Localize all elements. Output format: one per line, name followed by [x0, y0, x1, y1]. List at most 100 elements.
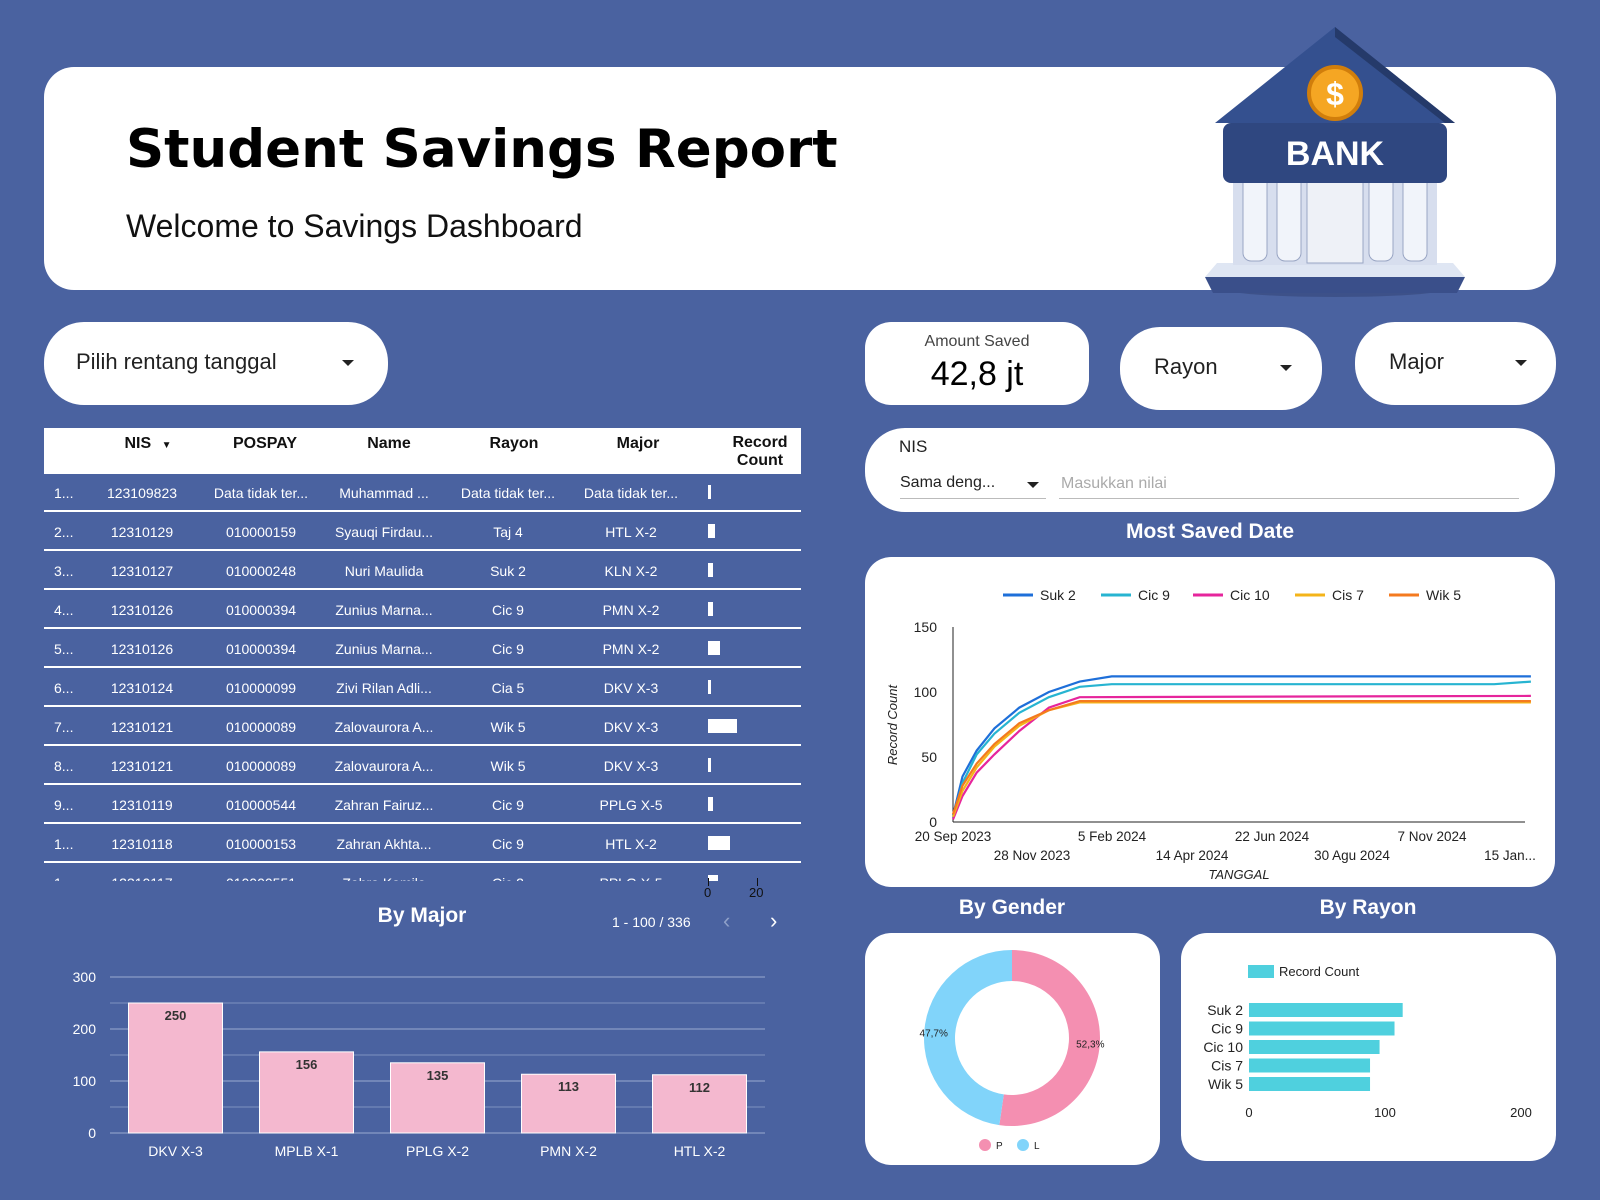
cell-name: Zunius Marna...	[335, 602, 433, 618]
series-line[interactable]	[951, 701, 1531, 818]
cell-name: Nuri Maulida	[344, 563, 424, 579]
table-row[interactable]: 6... 12310124 010000099 Zivi Rilan Adli... C…	[44, 669, 801, 707]
chevron-down-icon	[1280, 365, 1292, 371]
y-tick-label: Suk 2	[1207, 1002, 1243, 1018]
by-major-bar-chart: 0 100 200 300 250 DKV X-3 156 MPLB X-1 135 PPLG X…	[73, 969, 765, 1159]
x-tick-label: 22 Jun 2024	[1235, 829, 1310, 844]
y-tick-label: Cis 7	[1211, 1058, 1243, 1074]
legend-label[interactable]: Wik 5	[1426, 587, 1461, 603]
nis-filter-label: NIS	[899, 437, 928, 456]
cell-pospay: 010000089	[225, 758, 297, 774]
x-tick-label: 20 Sep 2023	[915, 829, 992, 844]
bank-illustration: BANK $	[1205, 27, 1465, 297]
y-tick-label: 100	[73, 1073, 97, 1089]
nis-operator-value: Sama deng...	[900, 474, 996, 491]
cell-idx: 1...	[54, 836, 74, 852]
column-header-nis-label: NIS	[124, 435, 152, 452]
record-count-bar	[708, 797, 713, 811]
amount-saved-label: Amount Saved	[924, 333, 1030, 350]
section-title-by-rayon: By Rayon	[1319, 896, 1417, 919]
legend-label[interactable]: P	[996, 1141, 1003, 1152]
previous-page-button[interactable]: ‹	[723, 908, 730, 934]
column-header-rayon[interactable]: Rayon	[453, 435, 575, 453]
cell-pospay: 010000248	[225, 563, 297, 579]
bar-data-label: 156	[296, 1057, 318, 1072]
slice-data-label: 52,3%	[1076, 1040, 1104, 1051]
next-page-button[interactable]: ›	[770, 908, 777, 934]
legend-swatch	[1017, 1139, 1029, 1151]
donut-slice[interactable]	[999, 950, 1100, 1126]
table-row[interactable]: 2... 12310129 010000159 Syauqi Firdau... Taj…	[44, 513, 801, 551]
major-filter-label: Major	[1389, 349, 1445, 374]
y-tick-label: Cic 9	[1211, 1021, 1243, 1037]
bar[interactable]	[1249, 1040, 1380, 1054]
cell-major: HTL X-2	[605, 524, 657, 540]
table-row[interactable]: 1... 123109823 Data tidak ter... Muhammad .…	[44, 474, 801, 512]
y-tick-label: 0	[929, 814, 937, 830]
rayon-filter-dropdown[interactable]: Rayon	[1120, 327, 1322, 410]
cell-idx: 2...	[54, 524, 74, 540]
amount-saved-value: 42,8 jt	[930, 355, 1024, 393]
table-row[interactable]: 1... 12310117 010000551Zahra KamilaCic 2PP…	[44, 864, 801, 881]
legend-swatch	[979, 1139, 991, 1151]
record-count-bar	[708, 758, 711, 772]
nis-value-input[interactable]	[1059, 469, 1519, 499]
cell-pospay: 010000551	[200, 875, 322, 881]
nis-operator-dropdown[interactable]: Sama deng...	[900, 469, 1046, 499]
rayon-filter-label: Rayon	[1154, 354, 1218, 379]
column-header-name[interactable]: Name	[328, 435, 450, 453]
slice-data-label: 47,7%	[920, 1028, 948, 1039]
cell-major: HTL X-2	[605, 836, 657, 852]
series-line[interactable]	[951, 700, 1531, 815]
cell-pospay: Data tidak ter...	[213, 485, 309, 501]
section-title-by-gender: By Gender	[958, 896, 1066, 919]
legend-swatch	[1248, 965, 1274, 978]
chevron-down-icon	[1515, 360, 1527, 366]
date-range-picker[interactable]: Pilih rentang tanggal	[44, 322, 388, 405]
cell-pospay: 010000394	[225, 641, 297, 657]
cell-name: Syauqi Firdau...	[334, 524, 434, 540]
cell-major: PPLG X-5	[570, 875, 692, 881]
x-tick-label: PMN X-2	[540, 1143, 597, 1159]
mini-axis-tick-label: 0	[704, 885, 712, 900]
cell-nis: 12310118	[111, 836, 173, 852]
cell-major: Data tidak ter...	[583, 485, 679, 501]
cell-major: DKV X-3	[603, 719, 659, 735]
table-row[interactable]: 4... 12310126 010000394 Zunius Marna... Cic …	[44, 591, 801, 629]
legend-label[interactable]: Suk 2	[1040, 587, 1076, 603]
record-count-bar	[708, 524, 716, 538]
column-header-pospay[interactable]: POSPAY	[204, 435, 326, 453]
legend-label[interactable]: Cic 10	[1230, 587, 1270, 603]
bar[interactable]	[1249, 1077, 1371, 1091]
table-row[interactable]: 3... 12310127 010000248 Nuri Maulida Suk 2 KL…	[44, 552, 801, 590]
cell-rayon: Data tidak ter...	[460, 485, 556, 501]
bar[interactable]	[1249, 1058, 1371, 1073]
column-header-nis[interactable]: NIS ▼	[102, 435, 194, 455]
column-header-major[interactable]: Major	[577, 435, 699, 453]
legend-label[interactable]: L	[1034, 1141, 1040, 1152]
major-filter-dropdown[interactable]: Major	[1355, 322, 1556, 405]
table-row[interactable]: 9... 12310119 010000544 Zahran Fairuz... Cic…	[44, 786, 801, 824]
y-tick-label: 0	[88, 1125, 96, 1141]
mini-axis-tick-label: 20	[749, 885, 764, 900]
table-row[interactable]: 1... 12310118 010000153 Zahran Akhta... Cic …	[44, 825, 801, 863]
y-tick-label: Wik 5	[1208, 1076, 1243, 1092]
dollar-icon: $	[1326, 76, 1344, 112]
cell-idx: 9...	[54, 797, 74, 813]
cell-name: Zahran Fairuz...	[334, 797, 434, 813]
table-row[interactable]: 7... 12310121 010000089 Zalovaurora A... Wik…	[44, 708, 801, 746]
table-row[interactable]: 8... 12310121 010000089 Zalovaurora A... Wik…	[44, 747, 801, 785]
bar[interactable]	[1249, 1021, 1395, 1036]
x-tick-label: 7 Nov 2024	[1397, 829, 1467, 844]
legend-label[interactable]: Cic 9	[1138, 587, 1170, 603]
table-row[interactable]: 5... 12310126 010000394 Zunius Marna... Cic …	[44, 630, 801, 668]
legend-label[interactable]: Cis 7	[1332, 587, 1364, 603]
column-header-record-count[interactable]: Record Count	[725, 434, 795, 470]
bar[interactable]	[1249, 1003, 1403, 1017]
record-count-bar	[708, 563, 713, 577]
page-subtitle: Welcome to Savings Dashboard	[126, 208, 583, 244]
y-tick-label: 300	[73, 969, 97, 985]
x-tick-label: DKV X-3	[148, 1143, 203, 1159]
legend-label[interactable]: Record Count	[1279, 964, 1360, 979]
y-tick-label: 100	[914, 684, 938, 700]
